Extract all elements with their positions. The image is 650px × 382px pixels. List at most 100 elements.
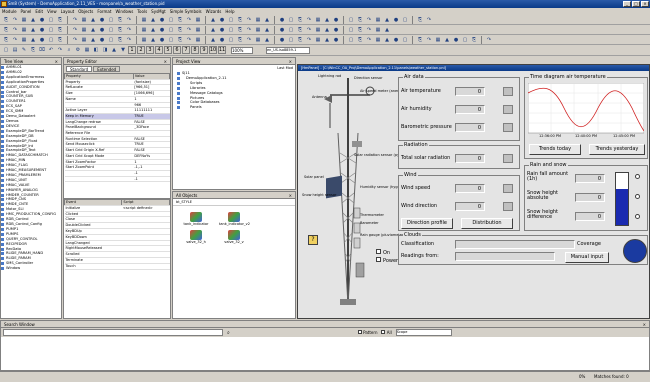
layer-button-4[interactable]: 4 (155, 46, 163, 54)
format-tool-icon-19[interactable]: ⎘ (176, 26, 184, 34)
main-tool-icon-1[interactable]: ⎘ (2, 16, 10, 24)
zoom-select[interactable]: 100% (231, 46, 253, 54)
draw-tool-icon-44[interactable]: ↷ (425, 36, 433, 44)
maximize-button[interactable]: □ (632, 1, 640, 7)
draw-tool-icon-15[interactable]: ▦ (140, 36, 148, 44)
main-tool-icon-5[interactable]: ● (38, 16, 46, 24)
main-tool-icon-36[interactable]: ▢ (347, 16, 355, 24)
format-tool-icon-22[interactable]: ▲ (209, 26, 217, 34)
layer-tool-icon-14[interactable]: ▼ (119, 46, 127, 54)
distribution-button[interactable]: Distribution (461, 218, 513, 229)
format-tool-icon-14[interactable]: ↷ (125, 26, 133, 34)
panel-close-icon[interactable]: × (289, 192, 292, 198)
format-tool-icon-33[interactable]: ▦ (314, 26, 322, 34)
object-item[interactable]: valve_32_h (181, 230, 211, 244)
menu-item-windows[interactable]: Windows (115, 8, 133, 15)
draw-tool-icon-28[interactable]: ▲ (263, 36, 271, 44)
draw-tool-icon-21[interactable]: ▦ (194, 36, 202, 44)
scope-select[interactable]: Scope (395, 329, 452, 336)
draw-tool-icon-35[interactable]: ● (332, 36, 340, 44)
format-tool-icon-37[interactable]: ⎘ (356, 26, 364, 34)
draw-tool-icon-38[interactable]: ↷ (365, 36, 373, 44)
layer-button-11[interactable]: 11 (218, 46, 226, 54)
panel-close-icon[interactable]: × (643, 321, 646, 327)
draw-tool-icon-45[interactable]: ▦ (434, 36, 442, 44)
direction-profile-button[interactable]: Direction profile (401, 218, 453, 229)
main-tool-icon-33[interactable]: ▦ (314, 16, 322, 24)
format-tool-icon-28[interactable]: ▲ (263, 26, 271, 34)
format-tool-icon-11[interactable]: ● (98, 26, 106, 34)
draw-tool-icon-25[interactable]: ⎘ (236, 36, 244, 44)
format-tool-icon-29[interactable]: ● (278, 26, 286, 34)
menu-item-sysmgt[interactable]: SysMgt (151, 8, 166, 15)
close-button[interactable]: × (641, 1, 649, 7)
main-tool-icon-44[interactable]: ↷ (425, 16, 433, 24)
main-tool-icon-18[interactable]: ▢ (167, 16, 175, 24)
draw-tool-icon-22[interactable]: ▲ (209, 36, 217, 44)
layer-button-7[interactable]: 7 (182, 46, 190, 54)
format-tool-icon-31[interactable]: ⎘ (296, 26, 304, 34)
draw-tool-icon-43[interactable]: ⎘ (416, 36, 424, 44)
format-tool-icon-40[interactable]: ▲ (383, 26, 391, 34)
menu-item-format[interactable]: Format (97, 8, 111, 15)
main-tool-icon-13[interactable]: ⎘ (116, 16, 124, 24)
main-tool-icon-7[interactable]: ⎘ (56, 16, 64, 24)
format-tool-icon-17[interactable]: ● (158, 26, 166, 34)
main-tool-icon-39[interactable]: ▦ (374, 16, 382, 24)
draw-tool-icon-2[interactable]: ↷ (11, 36, 19, 44)
language-select[interactable]: en_US.iso8859-1 (266, 46, 310, 54)
draw-tool-icon-39[interactable]: ▦ (374, 36, 382, 44)
event-row[interactable]: Touch (64, 263, 170, 270)
main-tool-icon-9[interactable]: ▦ (80, 16, 88, 24)
main-tool-icon-43[interactable]: ⎘ (416, 16, 424, 24)
panel-close-icon[interactable]: × (55, 58, 58, 64)
draw-tool-icon-30[interactable]: ▢ (287, 36, 295, 44)
format-tool-icon-25[interactable]: ⎘ (236, 26, 244, 34)
format-tool-icon-36[interactable]: ▢ (347, 26, 355, 34)
main-tool-icon-41[interactable]: ● (392, 16, 400, 24)
menu-item-layout[interactable]: Layout (61, 8, 75, 15)
format-tool-icon-7[interactable]: ⎘ (56, 26, 64, 34)
format-tool-icon-2[interactable]: ↷ (11, 26, 19, 34)
format-tool-icon-23[interactable]: ● (218, 26, 226, 34)
layer-tool-icon-7[interactable]: ↷ (56, 46, 64, 54)
format-tool-icon-3[interactable]: ▦ (20, 26, 28, 34)
main-tool-icon-22[interactable]: ▲ (209, 16, 217, 24)
draw-tool-icon-49[interactable]: ⎘ (470, 36, 478, 44)
menu-item-simple-symbols[interactable]: Simple Symbols (170, 8, 202, 15)
layer-tool-icon-1[interactable]: ▢ (2, 46, 10, 54)
format-tool-icon-30[interactable]: ▢ (287, 26, 295, 34)
format-tool-icon-6[interactable]: ▢ (47, 26, 55, 34)
search-button[interactable]: ⌕ (227, 330, 230, 336)
format-tool-icon-8[interactable]: ↷ (71, 26, 79, 34)
main-tool-icon-12[interactable]: ▢ (107, 16, 115, 24)
format-tool-icon-32[interactable]: ↷ (305, 26, 313, 34)
menu-item-view[interactable]: View (47, 8, 57, 15)
layer-tool-icon-10[interactable]: ▦ (83, 46, 91, 54)
main-tool-icon-24[interactable]: ▢ (227, 16, 235, 24)
main-tool-icon-26[interactable]: ↷ (245, 16, 253, 24)
format-tool-icon-9[interactable]: ▦ (80, 26, 88, 34)
main-tool-icon-8[interactable]: ↷ (71, 16, 79, 24)
object-item[interactable]: tank_indicator (181, 212, 211, 226)
format-tool-icon-15[interactable]: ▦ (140, 26, 148, 34)
format-tool-icon-34[interactable]: ▲ (323, 26, 331, 34)
main-tool-icon-20[interactable]: ↷ (185, 16, 193, 24)
draw-tool-icon-47[interactable]: ● (452, 36, 460, 44)
layer-tool-icon-9[interactable]: ⚙ (74, 46, 82, 54)
layer-tool-icon-6[interactable]: ↶ (47, 46, 55, 54)
tree-item[interactable]: Window (1, 266, 61, 271)
layer-tool-icon-8[interactable]: ⌕ (65, 46, 73, 54)
format-tool-icon-21[interactable]: ▦ (194, 26, 202, 34)
main-tool-icon-25[interactable]: ⎘ (236, 16, 244, 24)
layer-tool-icon-11[interactable]: ◧ (92, 46, 100, 54)
layer-button-8[interactable]: 8 (191, 46, 199, 54)
format-tool-icon-27[interactable]: ▦ (254, 26, 262, 34)
main-tool-icon-4[interactable]: ▲ (29, 16, 37, 24)
format-tool-icon-16[interactable]: ▲ (149, 26, 157, 34)
menu-item-tools[interactable]: Tools (137, 8, 147, 15)
main-tool-icon-37[interactable]: ⎘ (356, 16, 364, 24)
layer-button-3[interactable]: 3 (146, 46, 154, 54)
project-tree-item[interactable]: Panels (177, 105, 295, 110)
draw-tool-icon-1[interactable]: ⎘ (2, 36, 10, 44)
